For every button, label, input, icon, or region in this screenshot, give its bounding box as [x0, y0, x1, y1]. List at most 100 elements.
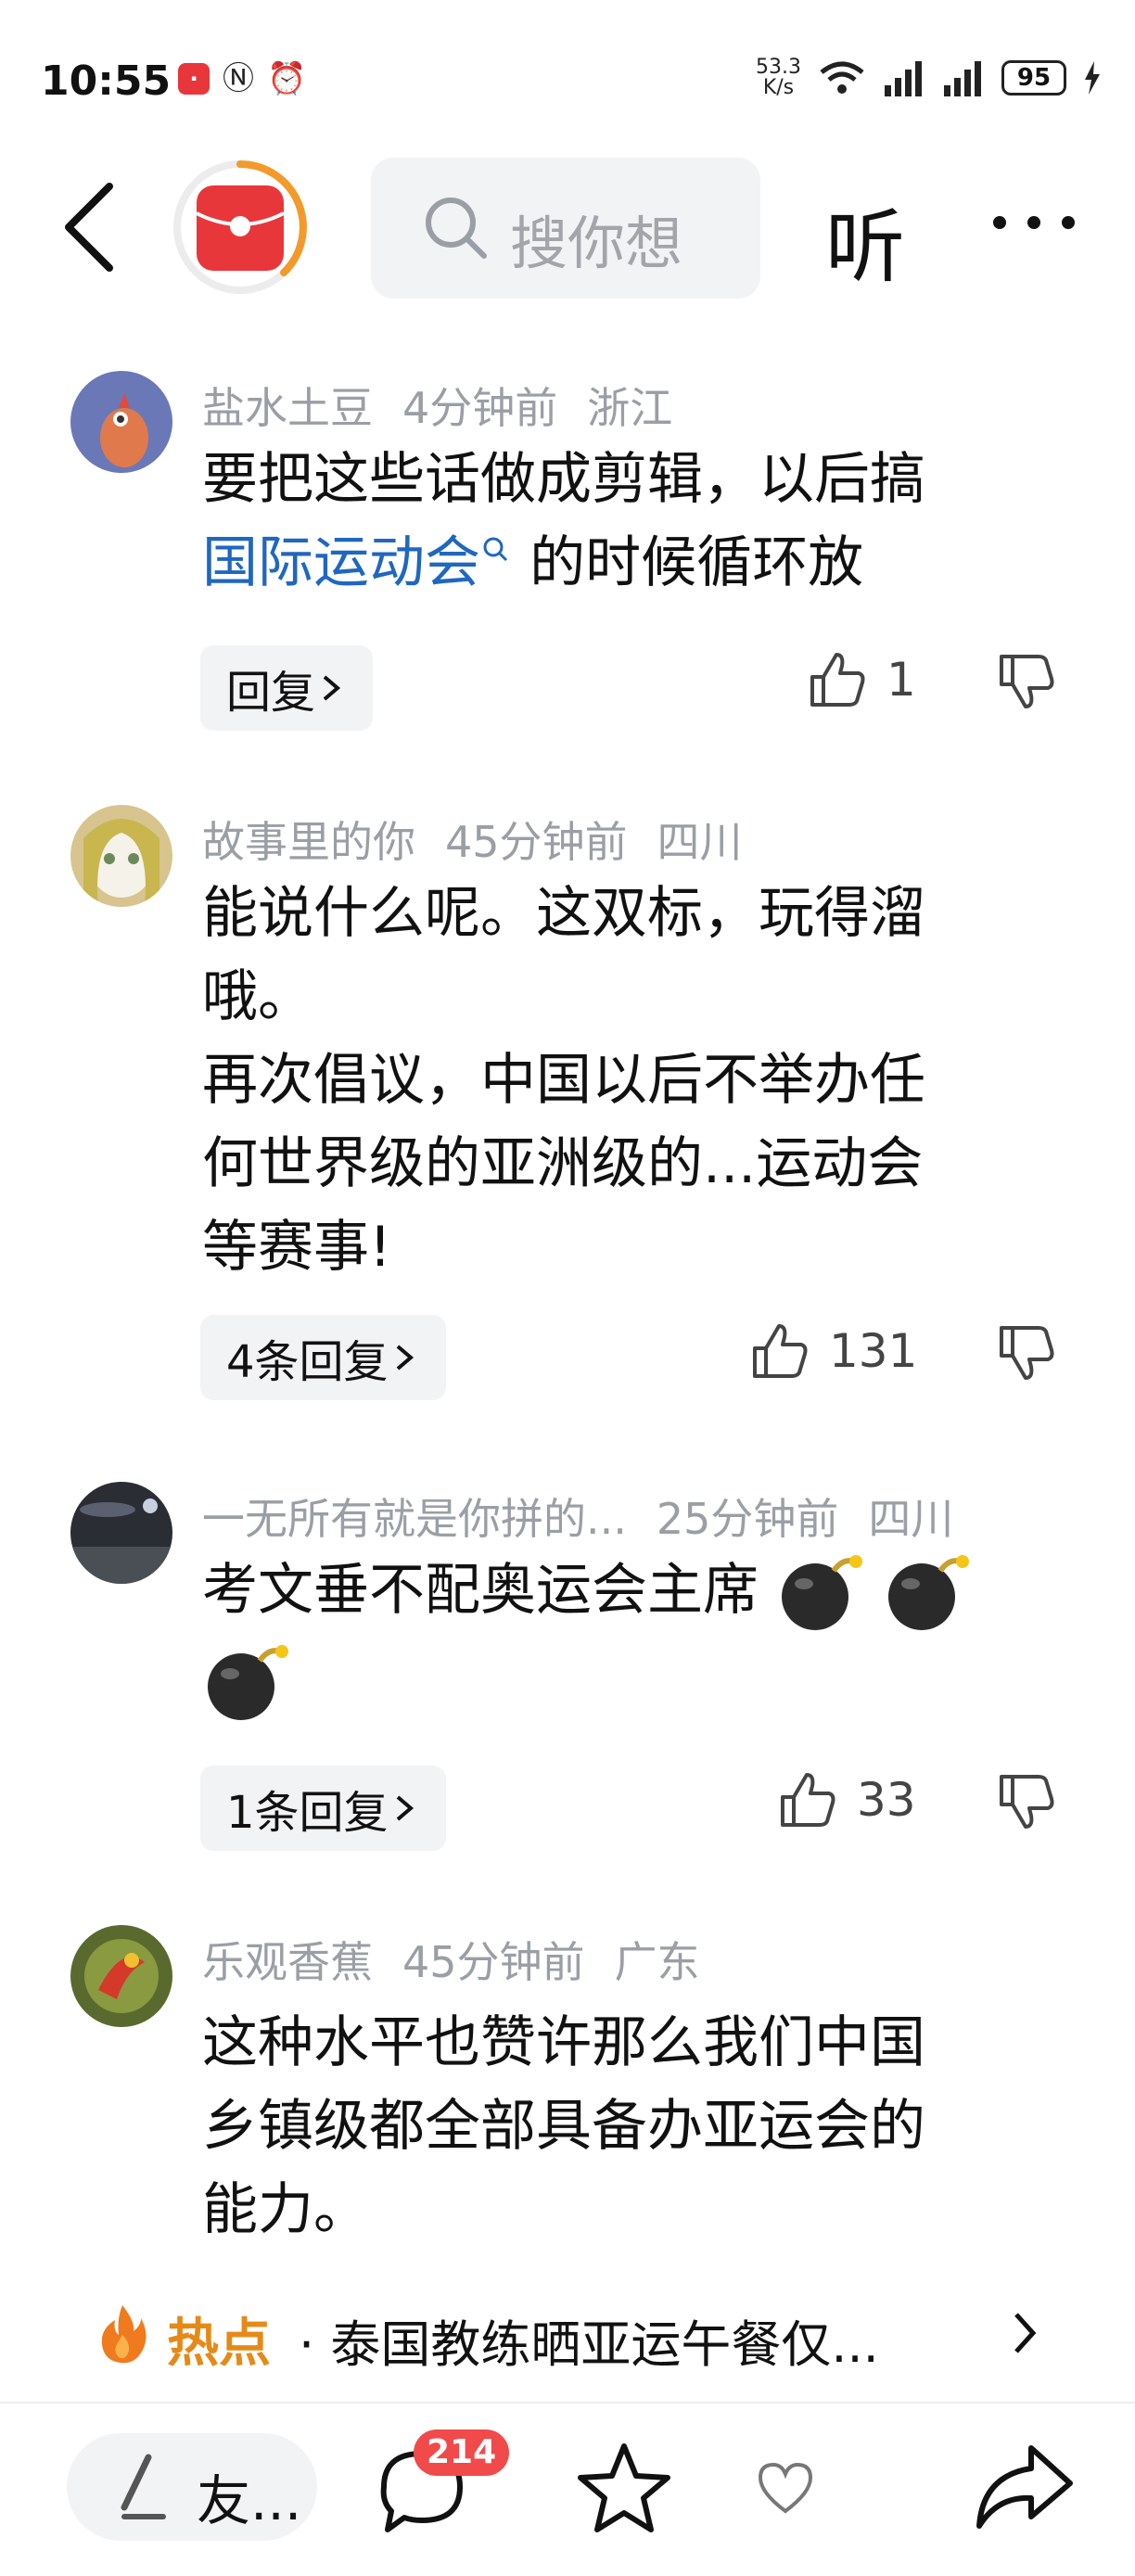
comment-text-line: 乡镇级都全部具备办亚运会的	[202, 2094, 925, 2159]
hot-label: 热点	[167, 2314, 271, 2374]
dislike-icon[interactable]	[996, 1771, 1057, 1832]
topic-link[interactable]: 国际运动会	[202, 530, 480, 595]
listen-button[interactable]: 听	[825, 182, 905, 298]
comment-meta: 乐观香蕉 45分钟前 广东	[202, 1929, 730, 1990]
search-icon	[426, 198, 487, 259]
reply-label: 回复	[226, 667, 316, 719]
bomb-emoji-icon	[782, 1555, 863, 1631]
dislike-icon[interactable]	[996, 1322, 1057, 1384]
dislike-icon[interactable]	[996, 651, 1057, 712]
comment-time: 4分钟前	[402, 383, 558, 433]
comment-user[interactable]: 故事里的你	[202, 817, 415, 867]
comment-text: 这种水平也赞许那么我们中国 乡镇级都全部具备办亚运会的 能力。	[202, 2001, 1037, 2251]
signal-icon-2	[944, 61, 981, 96]
network-speed-value: 53.3	[756, 56, 801, 79]
like-button[interactable]: 33	[777, 1769, 916, 1830]
like-icon	[753, 1324, 808, 1378]
comment-text-tail: 的时候循环放	[512, 530, 864, 595]
fire-icon	[101, 2305, 147, 2364]
comment-text-line: 国际运动会 的时候循环放	[202, 521, 1037, 605]
avatar[interactable]	[70, 805, 172, 907]
reply-button[interactable]: 4条回复	[200, 1315, 446, 1400]
comment-text: 能说什么呢。这双标，玩得溜 哦。 再次倡议，中国以后不举办任 何世界级的亚洲级的…	[202, 872, 1037, 1289]
comment-text-line: 能说什么呢。这双标，玩得溜	[202, 881, 925, 946]
top-navigation: 搜你想 听	[0, 158, 1135, 306]
like-count: 33	[857, 1773, 916, 1827]
share-icon[interactable]	[970, 2437, 1081, 2539]
chevron-right-icon	[396, 1795, 414, 1821]
comment-text: 考文垂不配奥运会主席	[202, 1549, 1037, 1728]
comment-user[interactable]: 一无所有就是你拼的...	[202, 1494, 627, 1544]
signal-icon	[885, 61, 922, 96]
like-count: 131	[829, 1324, 918, 1378]
charging-icon	[1085, 61, 1100, 95]
bottom-action-bar: 友... 214	[0, 2402, 1135, 2576]
comment-text-line: 何世界级的亚洲级的...运动会	[202, 1131, 924, 1196]
search-placeholder: 搜你想	[510, 210, 683, 277]
comment-text-line: 这种水平也赞许那么我们中国	[202, 2010, 925, 2075]
search-box[interactable]: 搜你想	[371, 158, 760, 299]
star-icon[interactable]	[573, 2437, 675, 2539]
reply-button[interactable]: 回复	[200, 645, 374, 731]
nfc-icon: Ⓝ	[223, 60, 254, 97]
comment-location: 广东	[614, 1937, 700, 1987]
bomb-emoji-icon	[208, 1644, 288, 1720]
comment-time: 45分钟前	[402, 1937, 585, 1987]
battery-indicator: 95	[1001, 60, 1066, 96]
avatar[interactable]	[70, 1925, 172, 2027]
back-icon[interactable]	[57, 181, 122, 274]
comment-text-line: 能力。	[202, 2177, 369, 2242]
comment-count-badge: 214	[414, 2429, 510, 2476]
search-icon	[483, 537, 508, 562]
chevron-right-icon	[1014, 2313, 1037, 2353]
more-icon[interactable]	[983, 195, 1085, 250]
like-button[interactable]: 131	[749, 1320, 917, 1382]
reply-label: 4条回复	[226, 1336, 389, 1388]
comment-location: 四川	[868, 1494, 954, 1544]
chevron-right-icon	[323, 675, 341, 701]
hot-headline: · 泰国教练晒亚运午餐仅...	[299, 2315, 879, 2374]
comment-meta: 故事里的你 45分钟前 四川	[202, 809, 772, 870]
hot-topic-bar[interactable]: 热点 · 泰国教练晒亚运午餐仅...	[0, 2290, 1135, 2374]
comment-time: 25分钟前	[656, 1494, 839, 1544]
like-icon	[810, 653, 865, 707]
like-count: 1	[886, 653, 916, 707]
comment-text-line: 要把这些话做成剪辑，以后搞	[202, 447, 925, 512]
comment-text-line: 等赛事!	[202, 1215, 392, 1280]
comment-location: 四川	[657, 817, 743, 867]
comment-meta: 一无所有就是你拼的... 25分钟前 四川	[202, 1486, 983, 1547]
comment-text-line: 考文垂不配奥运会主席	[202, 1549, 1037, 1638]
like-icon	[781, 1773, 835, 1827]
alarm-icon: ⏰	[267, 60, 307, 97]
comment-user[interactable]: 盐水土豆	[202, 383, 373, 433]
app-logo-icon[interactable]	[171, 158, 310, 297]
comment-location: 浙江	[587, 383, 673, 433]
comment-meta: 盐水土豆 4分钟前 浙江	[202, 375, 702, 436]
comment-text-line: 哦。	[202, 964, 313, 1029]
comment-text-line: 再次倡议，中国以后不举办任	[202, 1048, 925, 1113]
write-comment-label: 友...	[197, 2469, 302, 2532]
chevron-right-icon	[396, 1345, 414, 1371]
status-time: 10:55	[41, 57, 172, 105]
like-button[interactable]: 1	[807, 649, 916, 710]
comment-text-body: 考文垂不配奥运会主席	[202, 1558, 759, 1623]
app-notification-icon: ▪	[178, 63, 210, 95]
write-comment-input[interactable]: 友...	[67, 2433, 317, 2541]
comment-text: 要把这些话做成剪辑，以后搞 国际运动会 的时候循环放	[202, 438, 1037, 605]
bomb-emoji-icon	[888, 1555, 970, 1631]
network-speed-unit: K/s	[762, 76, 795, 99]
heart-icon[interactable]	[753, 2455, 818, 2520]
status-bar: 10:55 ▪ Ⓝ ⏰ 53.3 K/s 95	[0, 0, 1135, 158]
reply-button[interactable]: 1条回复	[200, 1766, 446, 1851]
comment-time: 45分钟前	[445, 817, 628, 867]
avatar[interactable]	[70, 1482, 172, 1584]
comment-user[interactable]: 乐观香蕉	[202, 1937, 373, 1987]
comment-text-line	[202, 1638, 1037, 1727]
avatar[interactable]	[70, 371, 172, 473]
status-system-icons: 53.3 K/s 95	[756, 57, 1102, 98]
reply-label: 1条回复	[226, 1787, 389, 1839]
network-speed: 53.3 K/s	[756, 57, 801, 98]
status-notification-icons: ▪ Ⓝ ⏰	[178, 63, 306, 95]
pen-icon	[121, 2454, 166, 2519]
wifi-icon	[820, 61, 864, 94]
